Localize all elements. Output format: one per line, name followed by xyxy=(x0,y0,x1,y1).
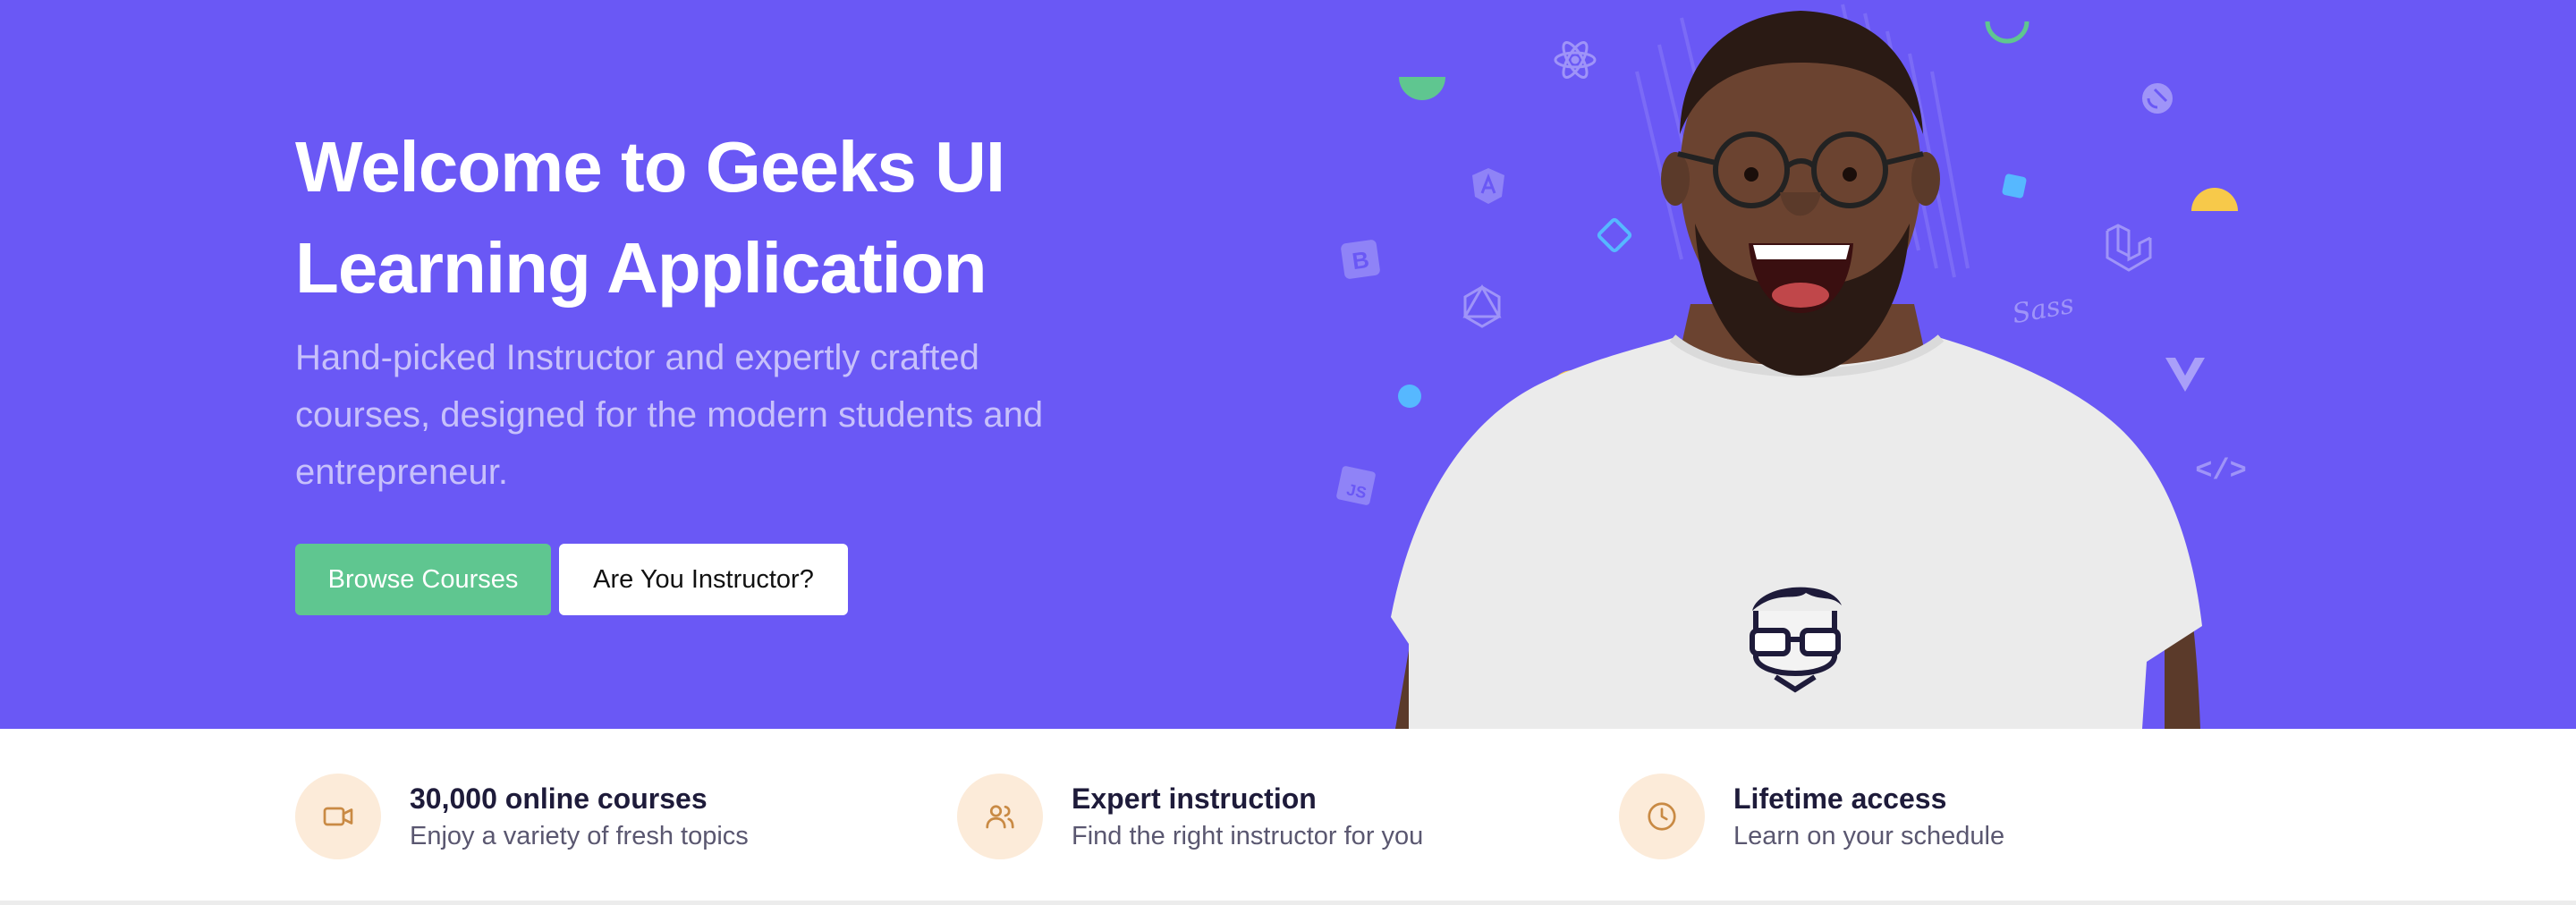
feature-title: 30,000 online courses xyxy=(410,782,708,815)
blue-dot-shape xyxy=(1398,385,1421,408)
laravel-icon xyxy=(2106,224,2152,272)
blue-square-shape xyxy=(2002,173,2027,199)
features-strip: 30,000 online courses Enjoy a variety of… xyxy=(0,729,2576,905)
vue-icon xyxy=(2165,357,2205,392)
person-portrait xyxy=(1391,11,2202,729)
yellow-half-circle-shape xyxy=(2191,188,2238,211)
blue-diamond-outline-shape xyxy=(1597,217,1632,253)
javascript-icon: JS xyxy=(1336,466,1376,505)
feature-online-courses: 30,000 online courses Enjoy a variety of… xyxy=(295,772,749,861)
gatsby-icon xyxy=(2142,83,2173,114)
hero-section: Welcome to Geeks UI Learning Application… xyxy=(0,0,2576,729)
graphql-icon xyxy=(1462,283,1502,328)
feature-subtitle: Find the right instructor for you xyxy=(1072,822,1424,850)
angular-icon xyxy=(1472,168,1504,204)
feature-text: Expert instruction Find the right instru… xyxy=(1072,779,1423,854)
green-arc-shape xyxy=(1985,21,2029,44)
users-icon xyxy=(957,774,1043,859)
bootstrap-icon: B xyxy=(1341,240,1380,279)
feature-title: Lifetime access xyxy=(1733,782,1947,815)
features-bottom-border xyxy=(0,901,2576,905)
hero-illustration: B JS Sass </> xyxy=(1336,4,2247,729)
feature-expert-instruction: Expert instruction Find the right instru… xyxy=(957,772,1423,861)
feature-lifetime-access: Lifetime access Learn on your schedule xyxy=(1619,772,2004,861)
clock-icon xyxy=(1619,774,1705,859)
code-icon: </> xyxy=(2195,454,2247,487)
feature-text: 30,000 online courses Enjoy a variety of… xyxy=(410,779,749,854)
feature-text: Lifetime access Learn on your schedule xyxy=(1733,779,2004,854)
green-half-circle-shape xyxy=(1399,77,1445,100)
video-icon xyxy=(295,774,381,859)
react-icon xyxy=(1554,41,1597,79)
feature-title: Expert instruction xyxy=(1072,782,1317,815)
feature-subtitle: Learn on your schedule xyxy=(1733,822,2005,850)
sass-icon: Sass xyxy=(2010,289,2076,330)
feature-subtitle: Enjoy a variety of fresh topics xyxy=(410,822,749,850)
